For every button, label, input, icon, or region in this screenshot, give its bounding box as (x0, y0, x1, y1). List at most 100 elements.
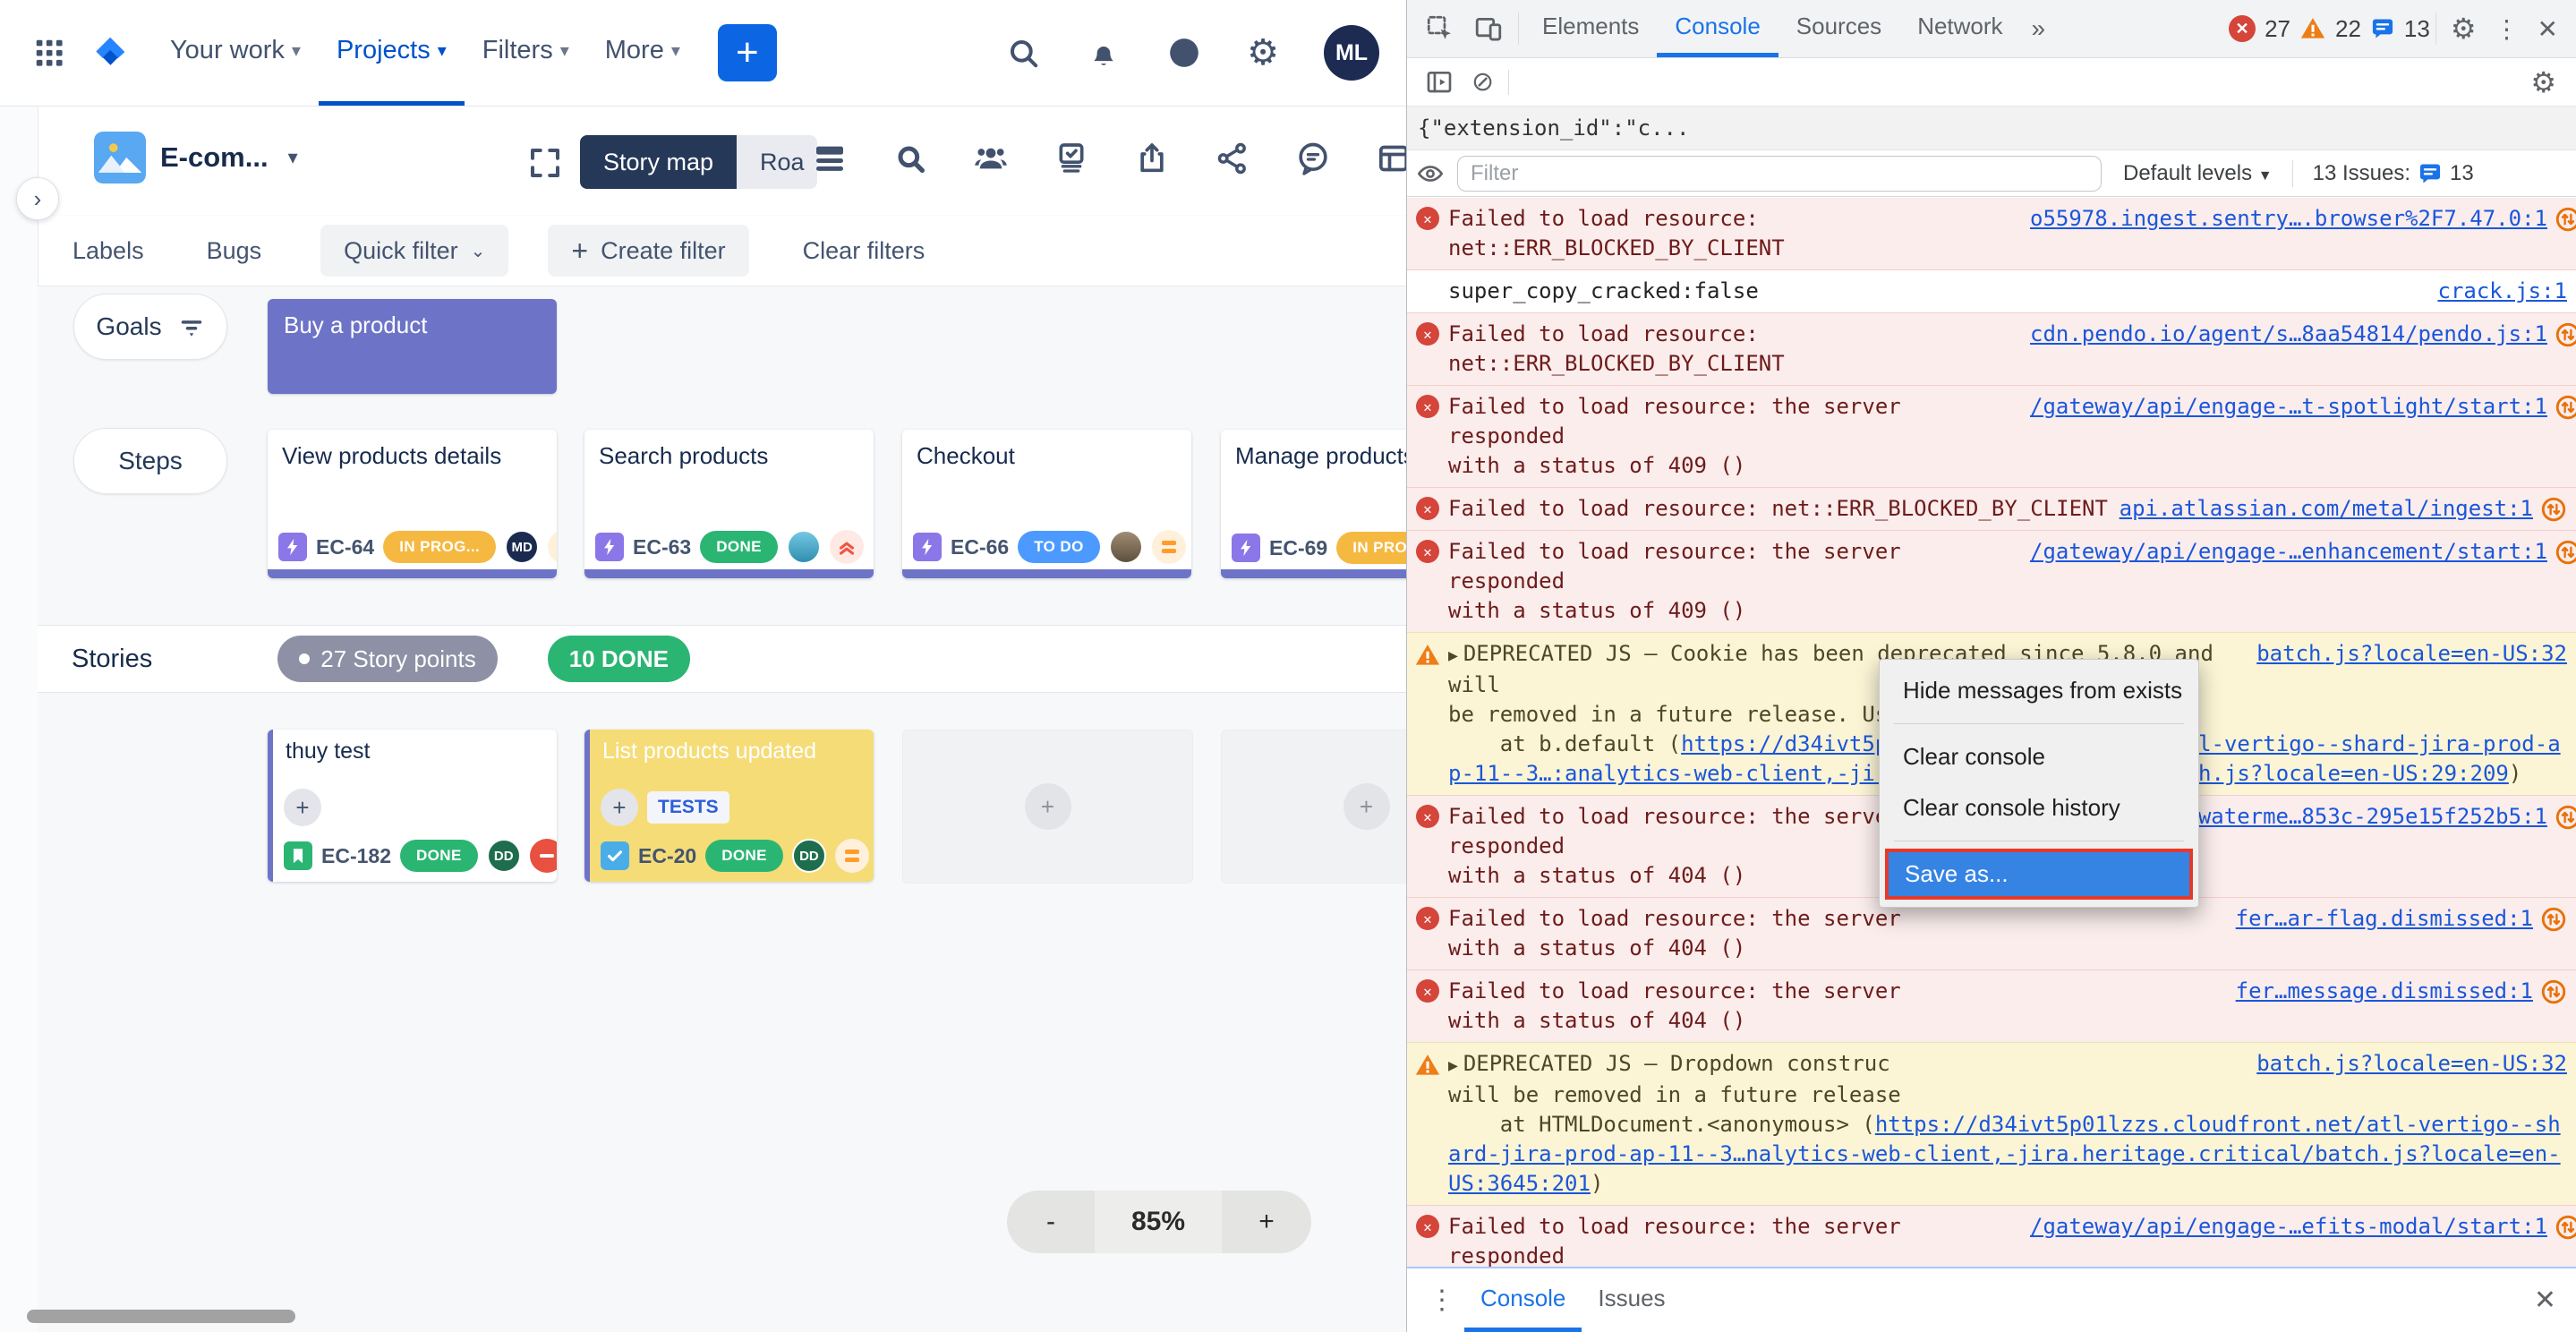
fullscreen-icon[interactable] (526, 144, 564, 182)
source-link[interactable]: crack.js:1 (2438, 277, 2568, 306)
clear-filters-button[interactable]: Clear filters (803, 237, 925, 265)
assignee-avatar[interactable]: MD (505, 530, 539, 564)
add-story-placeholder[interactable]: + (1221, 730, 1406, 884)
bugs-filter[interactable]: Bugs (207, 237, 262, 265)
expand-triangle-icon[interactable]: ▶ (1448, 1056, 1458, 1075)
list-icon[interactable] (810, 139, 849, 178)
stack-link[interactable]: https://d34ivt5p01lzzs.cloudfront.net/at… (1448, 1112, 2561, 1196)
labels-filter[interactable]: Labels (73, 237, 144, 265)
user-avatar[interactable]: ML (1324, 25, 1379, 81)
devtools-tab-elements[interactable]: Elements (1524, 0, 1657, 57)
nav-item-more[interactable]: More▾ (587, 0, 698, 106)
assignee-avatar[interactable] (1109, 530, 1143, 564)
add-icon[interactable]: + (1343, 783, 1390, 830)
step-card[interactable]: Manage productsEC-69IN PROG... (1221, 430, 1406, 578)
add-icon[interactable]: + (284, 789, 321, 826)
status-badge[interactable]: TO DO (1018, 531, 1100, 563)
nav-item-filters[interactable]: Filters▾ (465, 0, 587, 106)
horizontal-scrollbar[interactable] (27, 1310, 295, 1323)
help-icon[interactable]: ? (1166, 35, 1202, 71)
assignee-avatar[interactable] (787, 530, 821, 564)
warning-count[interactable]: 22 (2335, 15, 2361, 43)
status-badge[interactable]: IN PROG... (1336, 532, 1406, 564)
source-link[interactable]: o55978.ingest.sentry….browser%2F7.47.0:1 (2030, 204, 2547, 234)
device-toolbar-icon[interactable] (1464, 0, 1513, 57)
assignee-avatar[interactable]: DD (487, 839, 521, 873)
inspect-icon[interactable] (1416, 0, 1464, 57)
more-tabs-icon[interactable]: » (2021, 0, 2057, 57)
menu-item-clear-console-history[interactable]: Clear console history (1880, 782, 2198, 833)
search-bold-icon[interactable] (891, 139, 930, 178)
error-count[interactable]: 27 (2265, 15, 2290, 43)
share-icon[interactable] (1213, 139, 1252, 178)
source-link[interactable]: batch.js?locale=en-US:32 (2256, 639, 2567, 669)
nav-item-your-work[interactable]: Your work▾ (152, 0, 319, 106)
source-link[interactable]: fer…ar-flag.dismissed:1 (2236, 904, 2533, 934)
menu-item-clear-console[interactable]: Clear console (1880, 731, 2198, 782)
people-icon[interactable] (971, 139, 1011, 178)
settings-icon[interactable]: ⚙ (1247, 35, 1279, 71)
app-switcher-icon[interactable] (32, 0, 66, 106)
project-switcher[interactable]: E-com... ▾ (94, 132, 298, 184)
add-story-placeholder[interactable]: + (902, 730, 1193, 884)
issue-key[interactable]: EC-63 (633, 535, 691, 559)
story-card[interactable]: List products updated+TESTSEC-20DONEDD (584, 730, 874, 882)
menu-item-hide-messages-from-exists[interactable]: Hide messages from exists (1880, 665, 2198, 716)
steps-row-pill[interactable]: Steps (73, 428, 227, 494)
create-button[interactable]: + (718, 24, 777, 81)
card-view-icon[interactable] (1374, 139, 1406, 178)
zoom-in-button[interactable]: + (1222, 1191, 1311, 1253)
status-badge[interactable]: DONE (400, 840, 478, 872)
devtools-settings-icon[interactable]: ⚙ (2442, 0, 2486, 57)
create-filter-button[interactable]: + Create filter (548, 225, 748, 277)
status-badge[interactable]: DONE (700, 531, 778, 563)
status-badge[interactable]: IN PROG... (383, 531, 496, 563)
issue-key[interactable]: EC-182 (321, 844, 391, 868)
eye-icon[interactable] (1416, 159, 1445, 188)
quick-filter-dropdown[interactable]: Quick filter ⌄ (320, 225, 508, 277)
live-expression-bar[interactable]: {"extension_id":"c... (1407, 106, 2576, 150)
jira-logo-icon[interactable] (90, 0, 129, 106)
add-icon[interactable]: + (601, 789, 638, 826)
issue-key[interactable]: EC-64 (316, 535, 374, 559)
view-tab-story-map[interactable]: Story map (580, 135, 737, 189)
expand-triangle-icon[interactable]: ▶ (1448, 646, 1458, 665)
story-card[interactable]: thuy test+EC-182DONEDD (268, 730, 557, 882)
console-settings-icon[interactable]: ⚙ (2530, 65, 2567, 99)
goals-row-pill[interactable]: Goals (73, 294, 227, 360)
source-link[interactable]: cdn.pendo.io/agent/s…8aa54814/pendo.js:1 (2030, 320, 2547, 349)
devtools-tab-sources[interactable]: Sources (1778, 0, 1899, 57)
issue-key[interactable]: EC-69 (1269, 536, 1327, 560)
clear-console-icon[interactable]: ⊘ (1463, 66, 1503, 98)
bell-icon[interactable] (1086, 35, 1122, 71)
drawer-close-icon[interactable]: ✕ (2527, 1268, 2563, 1332)
source-link[interactable]: api.atlassian.com/metal/ingest:1 (2120, 494, 2533, 524)
devtools-close-icon[interactable]: ✕ (2529, 0, 2567, 57)
step-card[interactable]: Search productsEC-63DONE (584, 430, 874, 578)
zoom-out-button[interactable]: - (1007, 1191, 1095, 1253)
console-filter-input[interactable] (1457, 156, 2102, 192)
devtools-tab-network[interactable]: Network (1899, 0, 2020, 57)
log-levels-dropdown[interactable]: Default levels ▼ (2123, 161, 2273, 186)
issue-key[interactable]: EC-66 (951, 535, 1009, 559)
console-sidebar-icon[interactable] (1416, 68, 1463, 97)
source-link[interactable]: /gateway/api/engage-…efits-modal/start:1 (2030, 1212, 2547, 1242)
drawer-tab-issues[interactable]: Issues (1582, 1268, 1681, 1332)
devtools-tab-console[interactable]: Console (1657, 0, 1778, 57)
issues-counter[interactable]: 13 Issues: 13 (2313, 161, 2474, 186)
source-link[interactable]: /gateway/api/engage-…enhancement/start:1 (2030, 537, 2547, 567)
source-link[interactable]: /gateway/api/engage-…t-spotlight/start:1 (2030, 392, 2547, 422)
step-card[interactable]: View products detailsEC-64IN PROG...MD (268, 430, 557, 578)
message-count[interactable]: 13 (2404, 15, 2430, 43)
drawer-menu-icon[interactable]: ⋮ (1420, 1268, 1464, 1332)
expand-sidebar-button[interactable]: › (16, 177, 59, 220)
source-link[interactable]: batch.js?locale=en-US:32 (2256, 1049, 2567, 1079)
add-icon[interactable]: + (1025, 783, 1071, 830)
label-chip[interactable]: TESTS (647, 791, 729, 824)
issue-key[interactable]: EC-20 (638, 844, 696, 868)
kebab-menu-icon[interactable]: ⋮ (2486, 0, 2529, 57)
search-icon[interactable] (1005, 35, 1041, 71)
source-link[interactable]: fer…message.dismissed:1 (2236, 977, 2533, 1006)
export-icon[interactable] (1132, 139, 1172, 178)
step-card[interactable]: CheckoutEC-66TO DO (902, 430, 1191, 578)
